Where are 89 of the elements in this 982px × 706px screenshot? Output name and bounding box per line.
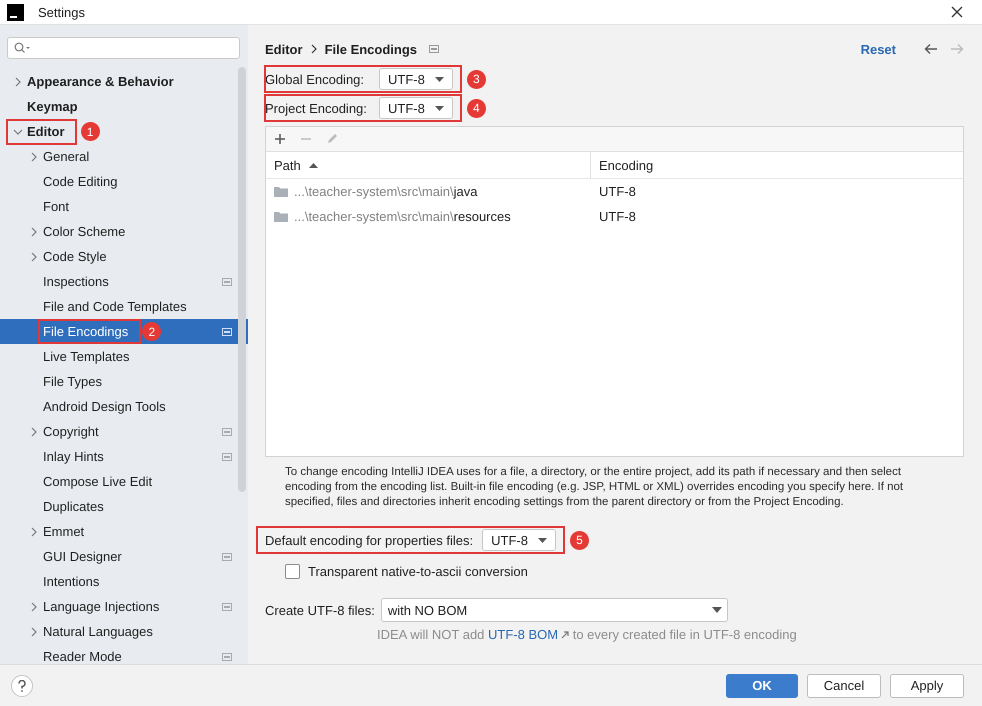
- checkbox[interactable]: [285, 564, 300, 578]
- tree-item[interactable]: Live Templates: [0, 344, 248, 369]
- chevron-right-icon: [30, 252, 36, 262]
- bom-dropdown[interactable]: with NO BOM: [380, 598, 728, 622]
- tree-item[interactable]: Font: [0, 194, 248, 219]
- chevron-right-icon: [30, 526, 36, 536]
- path-cell: ...\teacher-system\src\main\resources: [294, 209, 511, 224]
- tree-item[interactable]: Duplicates: [0, 494, 248, 519]
- field-label: Create UTF-8 files:: [265, 602, 375, 618]
- folder-icon: [274, 186, 288, 197]
- window-title: Settings: [38, 4, 85, 20]
- tree-item[interactable]: Inlay Hints: [0, 444, 248, 469]
- back-arrow-icon[interactable]: [924, 43, 938, 55]
- callout-badge: 4: [466, 98, 486, 118]
- folder-icon: [274, 211, 288, 222]
- caret-icon: [434, 76, 444, 82]
- caret-icon: [712, 607, 722, 613]
- chevron-right-icon: [30, 626, 36, 636]
- dialog-button[interactable]: OK: [726, 674, 798, 698]
- tree-item[interactable]: Color Scheme: [0, 219, 248, 244]
- project-scope-icon: [222, 278, 232, 286]
- column-header[interactable]: Encoding: [591, 152, 654, 178]
- project-scope-icon: [222, 328, 232, 336]
- tree-item[interactable]: Keymap: [0, 94, 248, 119]
- chevron-right-icon: [30, 602, 36, 612]
- sort-ascending-icon: [308, 162, 318, 168]
- dialog-button[interactable]: Apply: [890, 674, 964, 698]
- encoding-cell: UTF-8: [599, 184, 636, 199]
- project-scope-icon: [222, 428, 232, 436]
- checkbox-label: Transparent native-to-ascii conversion: [308, 564, 528, 578]
- encoding-dropdown[interactable]: UTF-8: [379, 97, 453, 119]
- dialog-button[interactable]: Cancel: [807, 674, 881, 698]
- tree-item[interactable]: General: [0, 144, 248, 169]
- chevron-right-icon: [310, 44, 317, 54]
- tree-item[interactable]: Intentions: [0, 569, 248, 594]
- bom-link[interactable]: UTF-8 BOM: [488, 627, 570, 642]
- tree-item[interactable]: Appearance & Behavior: [0, 69, 248, 94]
- hint-text: IDEA will NOT add UTF-8 BOM to every created file in UTF-8 encoding: [377, 627, 798, 642]
- chevron-right-icon: [14, 76, 20, 86]
- breadcrumb-item: File Encodings: [324, 42, 418, 56]
- chevron-right-icon: [30, 226, 36, 236]
- plus-icon[interactable]: [274, 133, 286, 145]
- tree-item[interactable]: Emmet: [0, 519, 248, 544]
- help-button[interactable]: [11, 674, 33, 696]
- tree-item[interactable]: Reader Mode: [0, 644, 248, 664]
- tree-item[interactable]: Code Style: [0, 244, 248, 269]
- callout-badge: 1: [80, 122, 100, 141]
- tree-item[interactable]: Inspections: [0, 269, 248, 294]
- field-label: Global Encoding:: [265, 72, 366, 86]
- callout-badge: 2: [142, 322, 162, 341]
- description-text: To change encoding IntelliJ IDEA uses for a file, a directory, or the entire project, add its path if necessary and then select encoding from the encoding list. Built-in file encoding (e.g. JSP, HTML or XML) overrides encoding you specify here. If not specified, files and directories inherit encoding settings from the parent directory or from the Project Encoding.: [285, 465, 904, 510]
- tree-item[interactable]: Code Editing: [0, 169, 248, 194]
- field-label: Default encoding for properties files:: [265, 532, 474, 548]
- encoding-dropdown[interactable]: UTF-8: [379, 68, 453, 90]
- tree-item[interactable]: File and Code Templates: [0, 294, 248, 319]
- project-scope-icon: [222, 552, 232, 560]
- tree-item[interactable]: Language Injections: [0, 594, 248, 619]
- chevron-right-icon: [30, 426, 36, 436]
- app-logo-icon: [7, 4, 24, 20]
- tree-item[interactable]: File Encodings 2: [0, 319, 248, 344]
- chevron-down-icon: [12, 128, 22, 134]
- column-header[interactable]: Path: [266, 152, 591, 178]
- project-scope-icon: [222, 602, 232, 610]
- field-label: Project Encoding:: [265, 100, 368, 116]
- encoding-cell: UTF-8: [599, 209, 636, 224]
- external-link-icon: [561, 631, 570, 639]
- breadcrumb-item: Editor: [265, 42, 303, 56]
- caret-icon: [538, 538, 547, 542]
- question-mark-icon: [18, 680, 26, 692]
- chevron-right-icon: [30, 152, 36, 162]
- close-icon[interactable]: [951, 6, 963, 18]
- tree-item[interactable]: File Types: [0, 369, 248, 394]
- scrollbar[interactable]: [238, 67, 246, 492]
- tree-item[interactable]: GUI Designer: [0, 544, 248, 569]
- project-scope-icon: [222, 452, 232, 460]
- tree-item[interactable]: Android Design Tools: [0, 394, 248, 419]
- tree-item[interactable]: Natural Languages: [0, 619, 248, 644]
- callout-badge: 3: [466, 70, 486, 88]
- tree-item[interactable]: Compose Live Edit: [0, 469, 248, 494]
- path-cell: ...\teacher-system\src\main\java: [294, 184, 478, 199]
- reset-link[interactable]: Reset: [860, 42, 896, 56]
- encoding-dropdown[interactable]: UTF-8: [482, 529, 556, 551]
- callout-badge: 5: [570, 530, 589, 550]
- tree-item[interactable]: Copyright: [0, 419, 248, 444]
- search-field[interactable]: [7, 37, 240, 59]
- project-scope-icon: [222, 652, 232, 660]
- tree-item[interactable]: Editor 1: [0, 119, 248, 144]
- caret-icon: [434, 106, 444, 110]
- search-icon: [14, 42, 30, 54]
